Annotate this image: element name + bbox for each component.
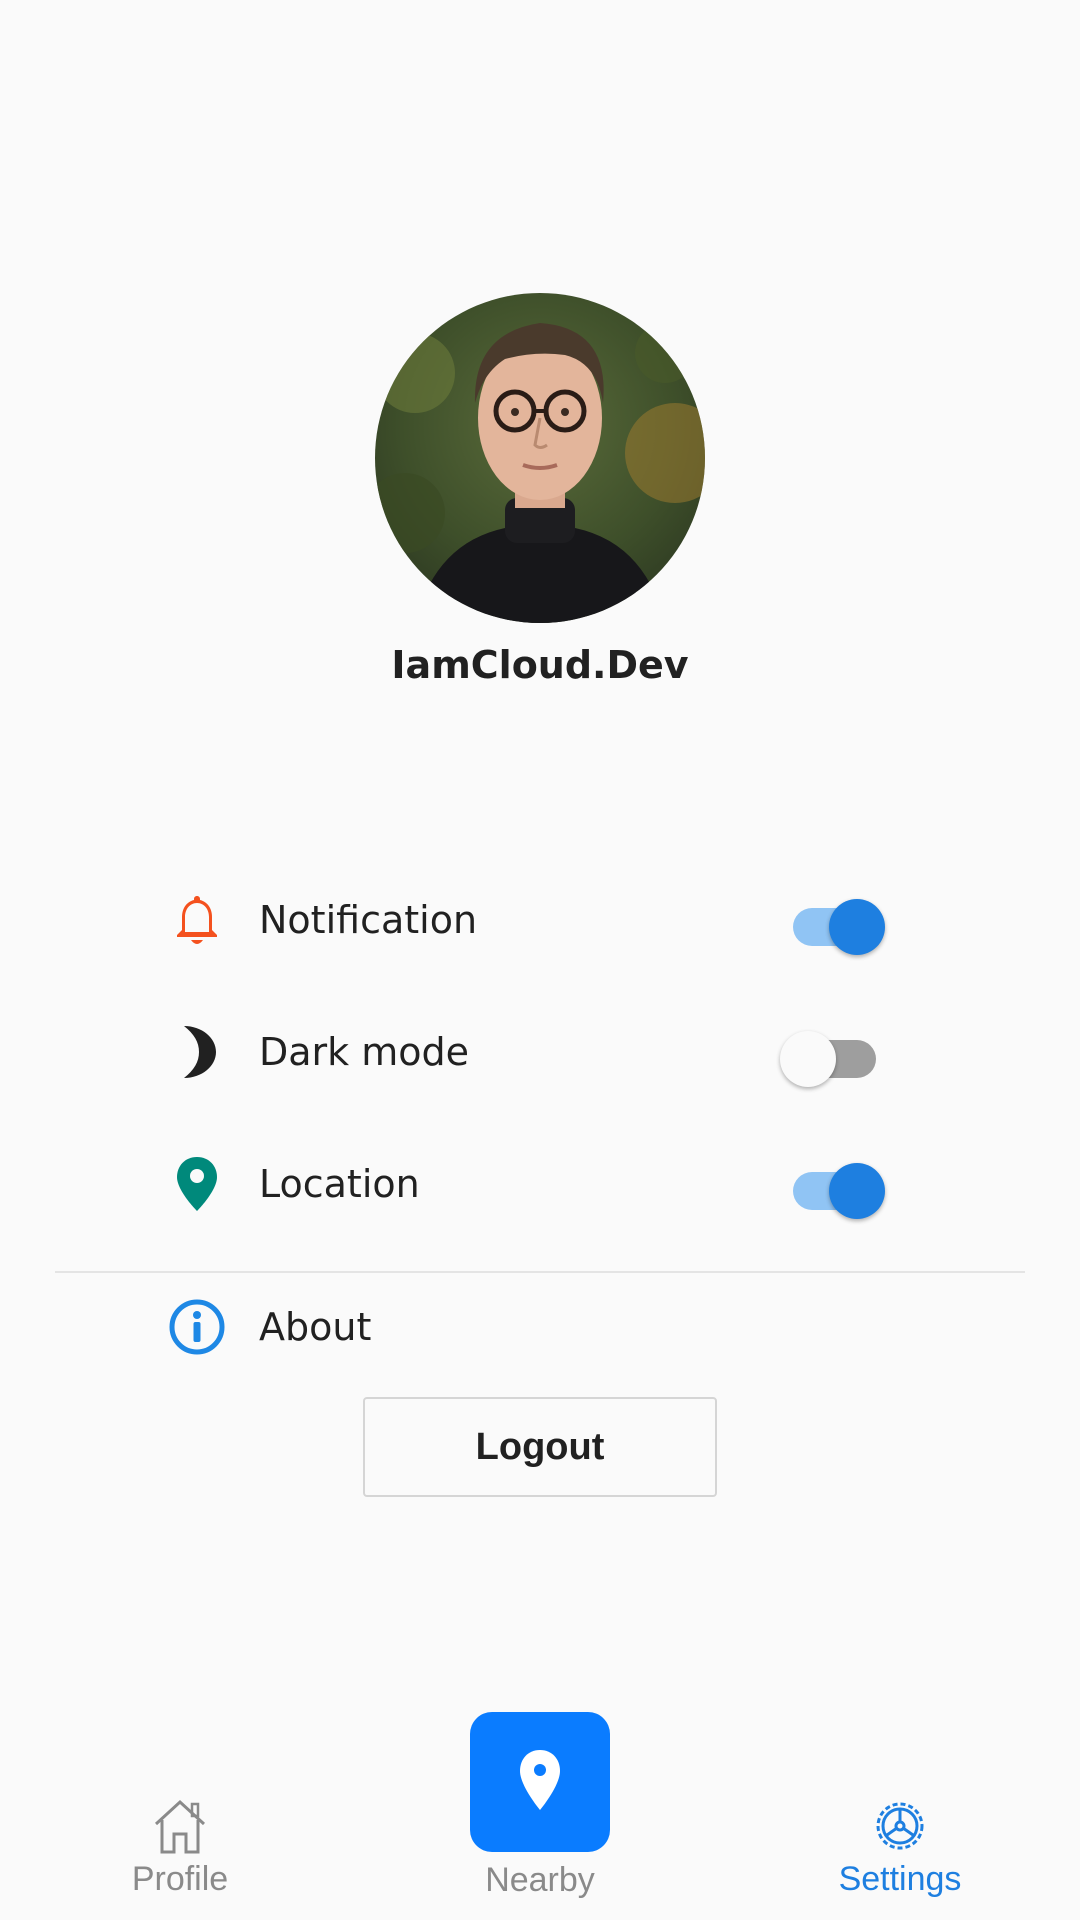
settings-row-dark-mode[interactable]: Dark mode (0, 997, 1080, 1107)
nav-item-profile[interactable]: Profile (120, 1798, 240, 1899)
toggle-thumb (829, 1163, 885, 1219)
home-icon (152, 1798, 208, 1858)
map-pin-icon (518, 1748, 562, 1816)
settings-screen: IamCloud.Dev Notification Dark mode Loca… (0, 0, 1080, 1920)
nav-label-nearby: Nearby (485, 1861, 595, 1899)
dark-mode-label: Dark mode (259, 1030, 470, 1074)
info-icon (165, 1295, 229, 1359)
toggle-thumb (829, 899, 885, 955)
dark-mode-toggle[interactable] (778, 1022, 878, 1087)
location-label: Location (259, 1162, 420, 1206)
avatar[interactable] (375, 293, 705, 623)
settings-row-about[interactable]: About (0, 1272, 1080, 1382)
settings-row-location[interactable]: Location (0, 1129, 1080, 1239)
username: IamCloud.Dev (391, 643, 689, 687)
nav-label-profile: Profile (131, 1860, 229, 1898)
avatar-photo (375, 293, 705, 623)
notification-toggle[interactable] (785, 890, 885, 955)
toggle-thumb (780, 1031, 836, 1087)
moon-icon (165, 1020, 229, 1084)
settings-row-notification[interactable]: Notification (0, 865, 1080, 975)
map-pin-icon (165, 1152, 229, 1216)
about-label: About (259, 1305, 372, 1349)
nav-item-settings[interactable]: Settings (820, 1798, 980, 1899)
nearby-fab-button[interactable] (470, 1712, 610, 1852)
notification-label: Notification (259, 898, 478, 942)
location-toggle[interactable] (785, 1154, 885, 1219)
nav-item-nearby[interactable]: Nearby (470, 1861, 610, 1900)
bell-icon (165, 888, 229, 952)
gear-icon (872, 1798, 928, 1858)
logout-button[interactable]: Logout (363, 1397, 717, 1497)
nav-label-settings: Settings (838, 1860, 962, 1898)
